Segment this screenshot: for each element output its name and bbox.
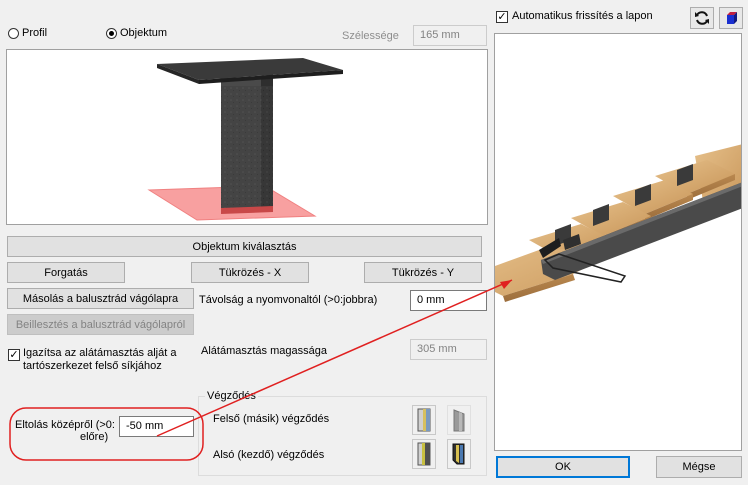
objektum-radio[interactable]	[106, 28, 117, 39]
profil-radio[interactable]	[8, 28, 19, 39]
align-checkbox[interactable]: ✓	[8, 349, 20, 361]
copy-to-clipboard-button[interactable]: Másolás a balusztrád vágólapra	[7, 288, 194, 309]
offset-label-1: Eltolás középről (>0:	[15, 419, 115, 431]
mirror-y-button[interactable]: Tükrözés - Y	[364, 262, 482, 283]
objektum-radio-label[interactable]: Objektum	[120, 27, 167, 39]
rotate-button[interactable]: Forgatás	[7, 262, 125, 283]
profil-radio-label[interactable]: Profil	[22, 27, 47, 39]
width-label: Szélessége	[342, 30, 399, 42]
offset-input[interactable]: -50 mm	[119, 416, 194, 437]
lower-ending-angled-button[interactable]	[447, 439, 471, 469]
auto-refresh-label: Automatikus frissítés a lapon	[512, 10, 653, 22]
height-label: Alátámasztás magassága	[201, 345, 327, 357]
straight-ending-icon	[417, 408, 431, 432]
stair-3d-preview	[494, 33, 742, 451]
straight-ending-icon	[417, 442, 431, 466]
ending-group	[198, 396, 487, 476]
offset-label-2: előre)	[80, 431, 109, 443]
upper-ending-straight-button[interactable]	[412, 405, 436, 435]
angled-ending-icon	[453, 409, 465, 432]
ending-group-title: Végződés	[205, 390, 258, 402]
distance-input[interactable]: 0 mm	[410, 290, 487, 311]
distance-label: Távolság a nyomvonaltól (>0:jobbra)	[199, 294, 378, 306]
angled-ending-icon	[452, 443, 465, 465]
upper-ending-angled-button[interactable]	[447, 405, 471, 435]
lower-ending-label: Alsó (kezdő) végződés	[213, 449, 325, 461]
align-checkbox-label-2: tartószerkezet felső síkjához	[23, 360, 162, 372]
refresh-button[interactable]	[690, 7, 714, 29]
cube-icon	[727, 12, 737, 24]
align-checkbox-label-1: Igazítsa az alátámasztás alját a	[23, 347, 177, 359]
lower-ending-straight-button[interactable]	[412, 439, 436, 469]
auto-refresh-checkbox[interactable]: ✓	[496, 11, 508, 23]
upper-ending-label: Felső (másik) végződés	[213, 413, 330, 425]
select-object-button[interactable]: Objektum kiválasztás	[7, 236, 482, 257]
paste-from-clipboard-button[interactable]: Beillesztés a balusztrád vágólapról	[7, 314, 194, 335]
refresh-icon	[695, 11, 709, 25]
stair-3d-drawing	[495, 144, 741, 302]
width-input[interactable]: 165 mm	[413, 25, 487, 46]
3d-view-button[interactable]	[719, 7, 743, 29]
object-preview-panel	[6, 49, 488, 225]
cancel-button[interactable]: Mégse	[656, 456, 742, 478]
mirror-x-button[interactable]: Tükrözés - X	[191, 262, 309, 283]
object-preview-drawing	[147, 58, 343, 221]
ok-button[interactable]: OK	[496, 456, 630, 478]
height-input[interactable]: 305 mm	[410, 339, 487, 360]
